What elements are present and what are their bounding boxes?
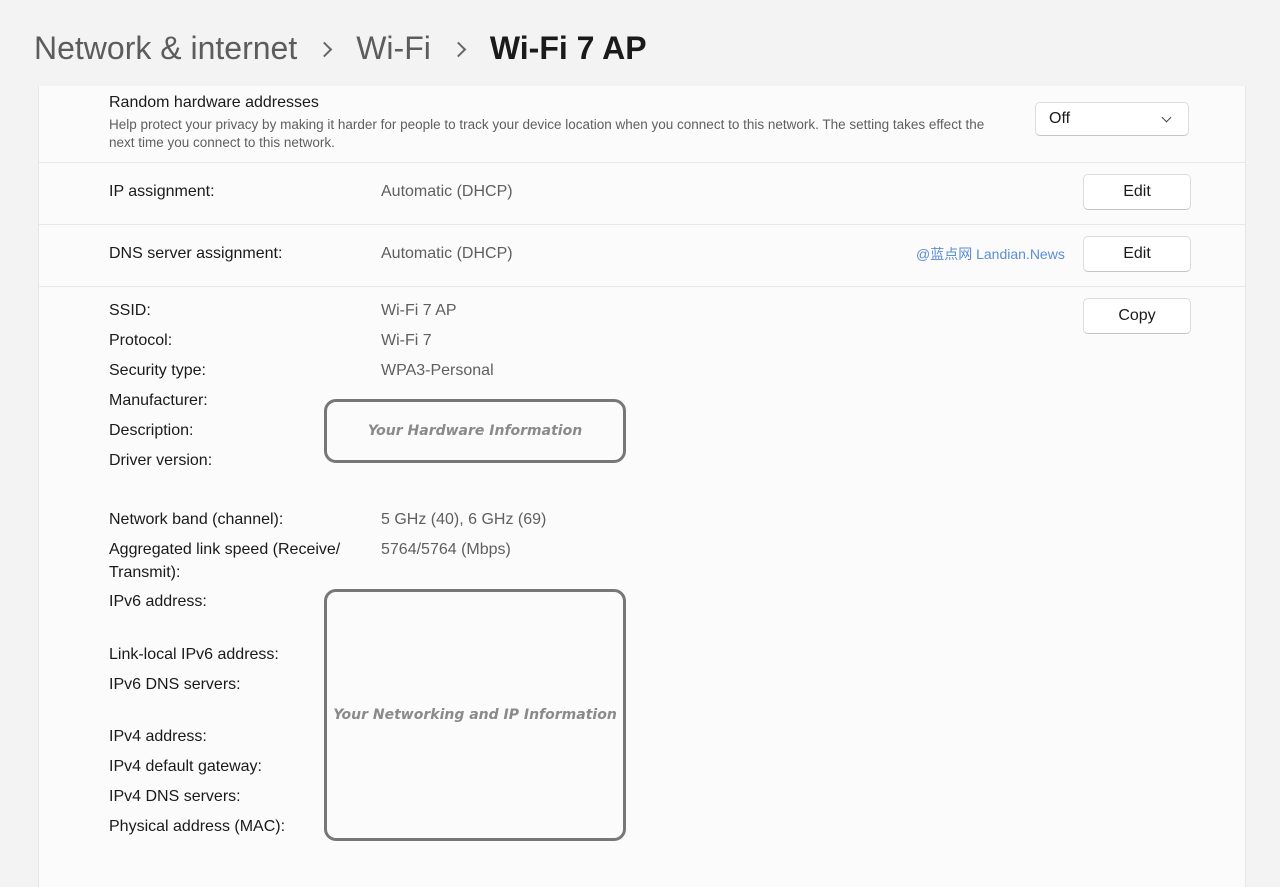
property-value-security-type: WPA3-Personal — [381, 362, 494, 379]
property-label-security-type: Security type: — [109, 362, 206, 379]
ip-assignment-row: IP assignment: Automatic (DHCP) Edit — [39, 163, 1245, 225]
property-label-ipv4-gateway: IPv4 default gateway: — [109, 758, 262, 775]
property-label-protocol: Protocol: — [109, 332, 173, 349]
property-label-link-speed-cont: Transmit): — [109, 564, 181, 581]
page-title: Wi-Fi 7 AP — [489, 29, 647, 66]
ip-assignment-label: IP assignment: — [109, 183, 215, 200]
random-hardware-addresses-dropdown[interactable]: Off — [1035, 102, 1189, 136]
random-hardware-addresses-title: Random hardware addresses — [109, 94, 319, 111]
property-value-ssid: Wi-Fi 7 AP — [381, 302, 457, 319]
breadcrumb-network-internet[interactable]: Network & internet — [34, 30, 297, 67]
property-label-manufacturer: Manufacturer: — [109, 392, 208, 409]
chevron-down-icon — [1161, 112, 1172, 123]
hardware-redaction-text: Your Hardware Information — [367, 423, 583, 439]
property-label-driver-version: Driver version: — [109, 452, 213, 469]
dns-assignment-value: Automatic (DHCP) — [381, 245, 513, 262]
property-value-link-speed: 5764/5764 (Mbps) — [381, 541, 511, 558]
random-hardware-addresses-row: Random hardware addresses Help protect y… — [39, 86, 1245, 163]
property-label-mac-address: Physical address (MAC): — [109, 818, 286, 835]
property-value-protocol: Wi-Fi 7 — [381, 332, 432, 349]
property-label-link-local-ipv6: Link-local IPv6 address: — [109, 646, 279, 663]
property-label-ipv6-dns: IPv6 DNS servers: — [109, 676, 241, 693]
property-label-ipv6-address: IPv6 address: — [109, 593, 207, 610]
property-label-ssid: SSID: — [109, 302, 151, 319]
connection-properties-section: Copy SSID: Wi-Fi 7 AP Protocol: Wi-Fi 7 … — [39, 287, 1245, 887]
property-label-ipv4-dns: IPv4 DNS servers: — [109, 788, 241, 805]
property-label-description: Description: — [109, 422, 194, 439]
random-hardware-addresses-description: Help protect your privacy by making it h… — [109, 117, 985, 150]
breadcrumb-wifi[interactable]: Wi-Fi — [356, 30, 431, 67]
chevron-right-icon — [316, 41, 333, 57]
network-info-redaction: Your Networking and IP Information — [324, 589, 626, 841]
dropdown-selected-value: Off — [1049, 110, 1071, 127]
property-value-network-band: 5 GHz (40), 6 GHz (69) — [381, 511, 547, 528]
property-label-link-speed: Aggregated link speed (Receive/ — [109, 541, 341, 558]
chevron-right-icon — [450, 41, 467, 57]
network-redaction-text: Your Networking and IP Information — [333, 707, 617, 723]
network-properties-panel: Random hardware addresses Help protect y… — [38, 86, 1246, 887]
breadcrumb: Network & internet Wi-Fi Wi-Fi 7 AP — [34, 26, 647, 70]
dns-assignment-label: DNS server assignment: — [109, 245, 283, 262]
watermark-text: @蓝点网 Landian.News — [916, 246, 1065, 262]
ip-assignment-value: Automatic (DHCP) — [381, 183, 513, 200]
hardware-info-redaction: Your Hardware Information — [324, 399, 626, 463]
copy-properties-button[interactable]: Copy — [1083, 298, 1191, 334]
dns-assignment-edit-button[interactable]: Edit — [1083, 236, 1191, 272]
ip-assignment-edit-button[interactable]: Edit — [1083, 174, 1191, 210]
property-label-network-band: Network band (channel): — [109, 511, 284, 528]
dns-assignment-row: DNS server assignment: Automatic (DHCP) … — [39, 225, 1245, 287]
property-label-ipv4-address: IPv4 address: — [109, 728, 207, 745]
